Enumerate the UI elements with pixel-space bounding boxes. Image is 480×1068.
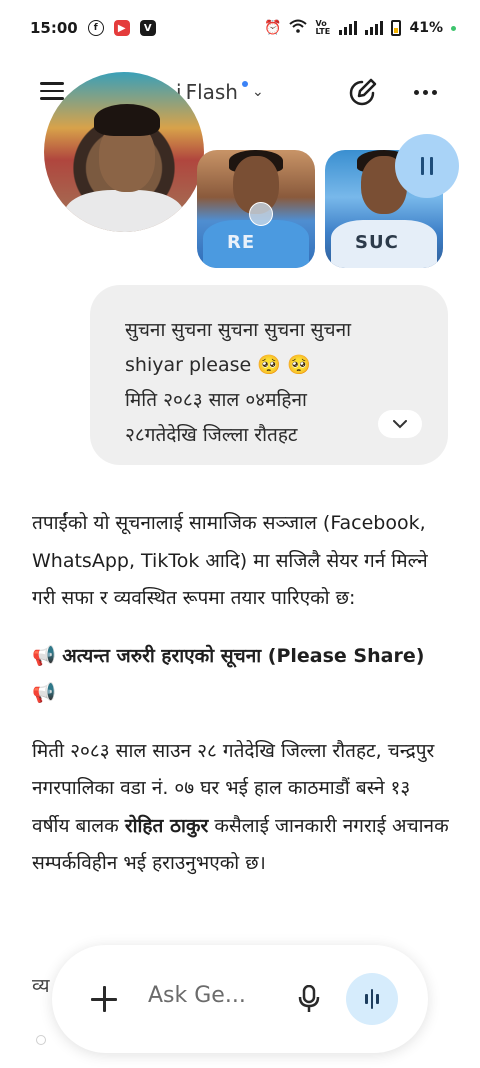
video-person-hair — [94, 104, 160, 136]
model-indicator-dot — [241, 81, 248, 87]
response-partial-line: व्य — [32, 975, 50, 997]
v-app-icon: V — [139, 20, 156, 36]
live-icon — [365, 994, 368, 1004]
more-icon[interactable] — [414, 90, 437, 95]
prompt-input-bar — [52, 945, 428, 1053]
video-call-self-view[interactable] — [44, 72, 204, 232]
user-message-line: shiyar please 🥺 🥺 — [125, 354, 311, 376]
response-body: मिती २०८३ साल साउन २८ गतेदेखि जिल्ला रौत… — [32, 733, 452, 883]
tile-touch-indicator — [249, 202, 273, 226]
pause-icon — [421, 157, 424, 175]
battery-icon — [391, 20, 402, 36]
model-name: Flash — [185, 80, 238, 104]
response-intro: तपाईंको यो सूचनालाई सामाजिक सञ्जाल (Face… — [32, 512, 428, 609]
model-selector[interactable]: i Flash ⌄ — [176, 80, 264, 104]
mic-icon[interactable] — [298, 984, 320, 1013]
signal-icon — [339, 21, 358, 35]
chevron-down-icon: ⌄ — [251, 84, 264, 100]
tile-shirt — [203, 220, 309, 268]
live-button[interactable] — [346, 973, 398, 1025]
video-participant-tile[interactable]: RE — [197, 150, 315, 268]
new-chat-icon[interactable] — [346, 78, 378, 108]
response-heading: 📢 अत्यन्त जरुरी हराएको सूचना (Please Sha… — [32, 644, 425, 705]
menu-icon[interactable] — [40, 82, 64, 100]
expand-message-button[interactable] — [378, 410, 422, 438]
user-message-bubble: सुचना सुचना सुचना सुचना सुचना shiyar ple… — [90, 285, 448, 465]
network-label: Vo LTE — [315, 19, 331, 36]
battery-level: 41% — [409, 20, 443, 36]
faded-bullet-line — [36, 1035, 46, 1045]
status-right: ⏰ Vo LTE 41% — [264, 19, 456, 37]
signal-icon-2 — [365, 21, 384, 35]
video-person-shirt — [64, 190, 184, 232]
plus-icon[interactable] — [90, 985, 118, 1013]
alarm-icon: ⏰ — [264, 20, 282, 36]
youtube-icon: ▶ — [113, 20, 130, 36]
pause-button[interactable] — [395, 134, 459, 198]
status-bar: 15:00 f ▶ V ⏰ Vo LTE 41% — [0, 0, 480, 56]
bullet-circle-icon — [36, 1035, 46, 1045]
expand-chevron-icon — [393, 419, 407, 428]
status-time: 15:00 — [30, 19, 78, 37]
tile-shirt-print: RE — [227, 232, 256, 253]
facebook-icon: f — [87, 20, 104, 36]
tile-shirt-print-2: SUC — [355, 232, 399, 253]
privacy-dot — [451, 25, 456, 31]
status-left: 15:00 f ▶ V — [30, 19, 156, 37]
missing-person-name: रोहित ठाकुर — [124, 814, 209, 837]
assistant-response: तपाईंको यो सूचनालाई सामाजिक सञ्जाल (Face… — [32, 505, 452, 903]
wifi-icon — [289, 19, 308, 37]
prompt-input[interactable] — [148, 983, 278, 1008]
user-message-line: सुचना सुचना सुचना सुचना सुचना — [125, 319, 352, 341]
